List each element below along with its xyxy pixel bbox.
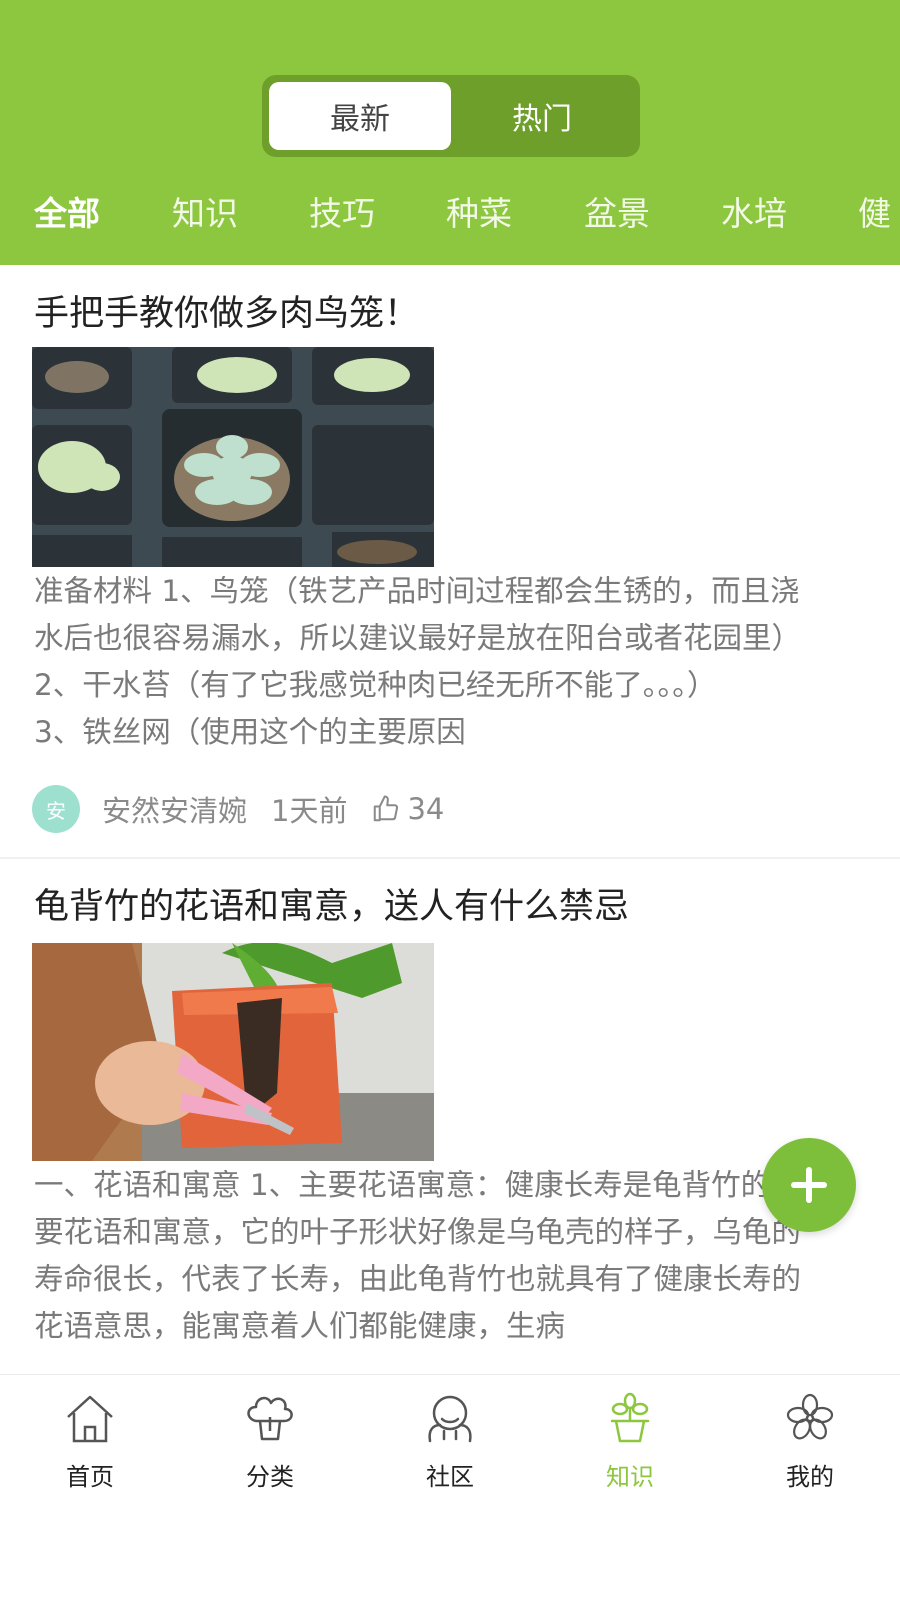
article-excerpt: 准备材料 1、鸟笼（铁艺产品时间过程都会生锈的，而且浇 水后也很容易漏水，所以建… xyxy=(34,568,880,756)
article-card[interactable]: 龟背竹的花语和寓意，送人有什么禁忌 一、花语和寓意 1、主要花语寓意：健康长寿是… xyxy=(0,860,900,1374)
tab-label: 首页 xyxy=(66,1463,114,1491)
article-title[interactable]: 龟背竹的花语和寓意，送人有什么禁忌 xyxy=(34,878,629,929)
tab-label: 社区 xyxy=(426,1463,474,1491)
segment-switch: 最新 热门 xyxy=(262,75,640,157)
article-image[interactable] xyxy=(32,943,434,1161)
tab-knowledge[interactable]: 知识 xyxy=(540,1375,720,1496)
category-tabs: 全部 知识 技巧 种菜 盆景 水培 健 xyxy=(0,188,900,240)
category-tab-tips[interactable]: 技巧 xyxy=(309,188,375,240)
tab-label: 分类 xyxy=(246,1463,294,1491)
article-card[interactable]: 手把手教你做多肉鸟笼！ 准备材料 1、鸟笼（铁艺产品时间过程都会生锈的，而且浇 … xyxy=(0,265,900,855)
category-tab-health[interactable]: 健 xyxy=(858,188,891,240)
author-name[interactable]: 安然安清婉 xyxy=(102,788,247,830)
excerpt-line: 一、花语和寓意 1、主要花语寓意：健康长寿是龟背竹的主 xyxy=(34,1168,800,1202)
tab-label: 我的 xyxy=(786,1463,834,1491)
article-title[interactable]: 手把手教你做多肉鸟笼！ xyxy=(34,285,419,336)
category-tab-hydroponics[interactable]: 水培 xyxy=(721,188,787,240)
excerpt-line: 水后也很容易漏水，所以建议最好是放在阳台或者花园里） xyxy=(34,621,802,655)
tab-category[interactable]: 分类 xyxy=(180,1375,360,1496)
segment-latest[interactable]: 最新 xyxy=(269,82,451,150)
bottom-tab-bar: 首页 分类 社区 知识 我的 xyxy=(0,1374,900,1496)
avatar[interactable]: 安 xyxy=(32,785,80,833)
post-time: 1天前 xyxy=(271,794,348,828)
excerpt-line: 要花语和寓意，它的叶子形状好像是乌龟壳的样子，乌龟的 xyxy=(34,1215,802,1249)
thumbs-up-icon xyxy=(374,795,399,822)
flower-profile-icon xyxy=(786,1393,834,1440)
excerpt-line: 2、干水苔（有了它我感觉种肉已经无所不能了。。。） xyxy=(34,668,717,702)
add-post-button[interactable] xyxy=(762,1138,856,1232)
cutting-plant-pot-photo xyxy=(32,943,434,1161)
top-header: 最新 热门 全部 知识 技巧 种菜 盆景 水培 健 xyxy=(0,0,900,265)
excerpt-line: 准备材料 1、鸟笼（铁艺产品时间过程都会生锈的，而且浇 xyxy=(34,574,800,608)
like-count: 34 xyxy=(407,792,445,826)
article-image[interactable] xyxy=(32,347,434,567)
category-icon xyxy=(247,1396,293,1441)
excerpt-line: 花语意思，能寓意着人们都能健康，生病 xyxy=(34,1309,566,1343)
tab-community[interactable]: 社区 xyxy=(360,1375,540,1496)
like-button[interactable]: 34 xyxy=(371,792,444,826)
home-icon xyxy=(67,1395,113,1443)
tab-label: 知识 xyxy=(606,1463,654,1491)
article-meta: 安 安然安清婉 1天前 34 xyxy=(32,785,444,833)
tab-home[interactable]: 首页 xyxy=(0,1375,180,1496)
excerpt-line: 寿命很长，代表了长寿，由此龟背竹也就具有了健康长寿的 xyxy=(34,1262,802,1296)
category-tab-knowledge[interactable]: 知识 xyxy=(172,188,238,240)
succulents-in-pots-photo xyxy=(32,347,434,567)
knowledge-icon xyxy=(610,1392,650,1443)
category-tab-bonsai[interactable]: 盆景 xyxy=(584,188,650,240)
community-icon xyxy=(428,1395,472,1443)
excerpt-line: 3、铁丝网（使用这个的主要原因 xyxy=(34,715,466,749)
article-excerpt: 一、花语和寓意 1、主要花语寓意：健康长寿是龟背竹的主 要花语和寓意，它的叶子形… xyxy=(34,1162,880,1350)
divider xyxy=(0,857,900,859)
category-tab-vegetables[interactable]: 种菜 xyxy=(446,188,512,240)
segment-hot[interactable]: 热门 xyxy=(451,82,633,150)
plus-icon xyxy=(791,1167,827,1203)
category-tab-all[interactable]: 全部 xyxy=(34,188,100,240)
tab-profile[interactable]: 我的 xyxy=(720,1375,900,1496)
